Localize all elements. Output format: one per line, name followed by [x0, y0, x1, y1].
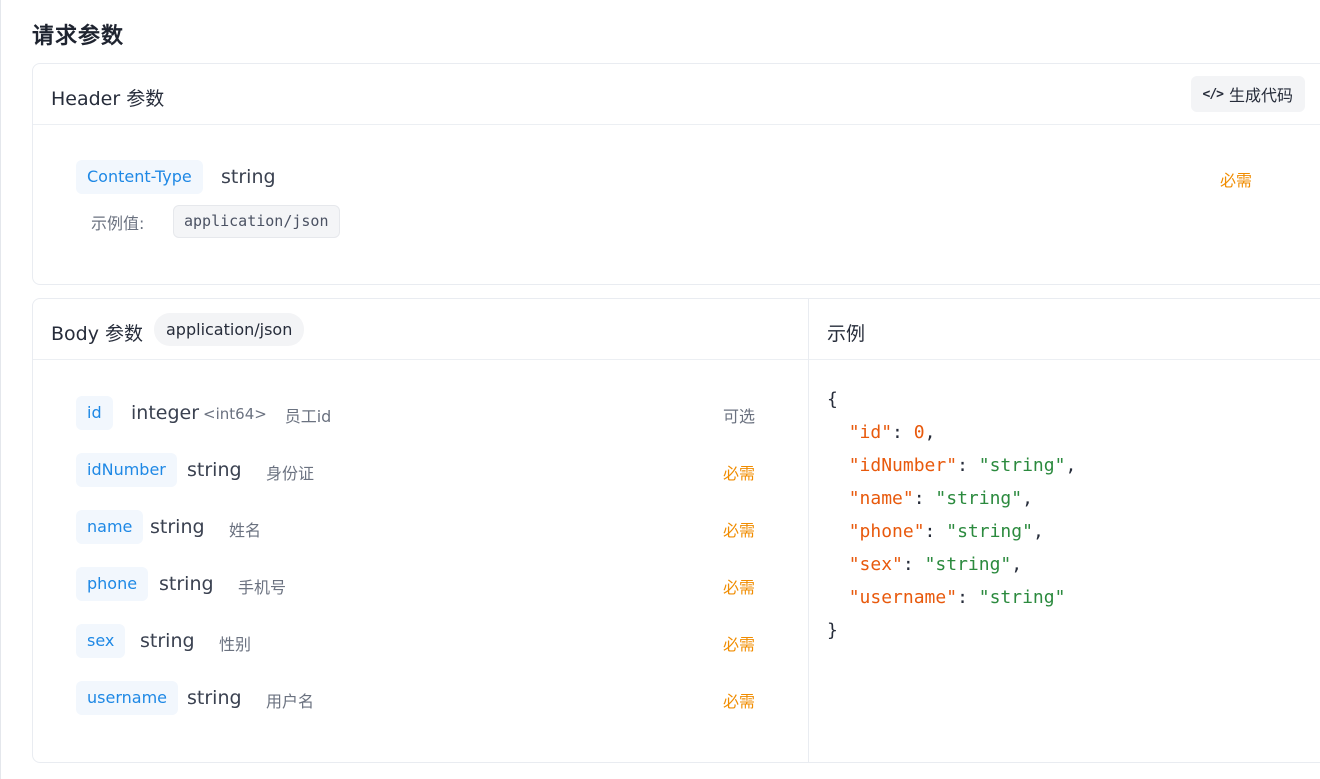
body-param-description: 姓名 — [229, 521, 262, 540]
json-value: 0 — [913, 422, 925, 443]
json-key: "idNumber" — [848, 455, 958, 476]
json-value: "string" — [978, 455, 1066, 476]
json-line: "idNumber": "string", — [848, 455, 1077, 476]
body-param-description: 员工id — [284, 407, 332, 426]
json-close-brace: } — [827, 620, 838, 641]
example-label: 示例值: — [91, 214, 145, 233]
required-badge: 必需 — [723, 578, 756, 597]
json-value: "string" — [935, 488, 1023, 509]
section-title: 请求参数 — [32, 24, 125, 49]
body-param-type: string — [150, 516, 205, 538]
json-key: "sex" — [848, 554, 903, 575]
body-param-name-tag: phone — [76, 567, 149, 601]
left-divider — [0, 0, 1, 779]
required-badge: 必需 — [723, 521, 756, 540]
json-line: "id": 0, — [848, 422, 936, 443]
header-params-card: Header 参数 </> 生成代码 Content-Type string 必… — [32, 63, 1320, 285]
body-param-name-tag: username — [76, 681, 178, 715]
media-type-chip: application/json — [154, 313, 305, 346]
json-value: "string" — [924, 554, 1012, 575]
body-param-type-label: integer — [131, 402, 200, 424]
json-line: "name": "string", — [848, 488, 1033, 509]
body-param-name-tag: idNumber — [76, 453, 177, 487]
body-param-type: string — [159, 573, 214, 595]
required-badge: 必需 — [723, 464, 756, 483]
body-param-type: string — [187, 687, 242, 709]
optional-badge: 可选 — [723, 407, 756, 426]
json-value: "string" — [978, 587, 1066, 608]
body-params-card: Body 参数 application/json id integer <int64… — [32, 298, 809, 763]
body-param-name-tag: id — [76, 396, 113, 430]
example-value-chip[interactable]: application/json — [173, 205, 340, 238]
code-icon: </> — [1202, 86, 1225, 102]
param-name-tag: Content-Type — [76, 160, 203, 194]
json-key: "name" — [848, 488, 914, 509]
generate-code-button[interactable]: </> 生成代码 — [1190, 76, 1305, 112]
body-param-type: string — [187, 459, 242, 481]
body-params-title: Body 参数 — [51, 323, 144, 345]
body-param-type-label: string — [187, 687, 242, 709]
example-card-head: 示例 — [809, 299, 1320, 360]
json-open-brace: { — [827, 389, 838, 410]
body-param-type: string — [140, 630, 195, 652]
example-card: 示例 { "id": 0, "idNumber": "string", "nam… — [808, 298, 1320, 763]
header-params-card-head: Header 参数 </> 生成代码 — [33, 64, 1320, 125]
json-value: "string" — [946, 521, 1033, 542]
body-params-card-head: Body 参数 application/json — [33, 299, 808, 360]
body-param-name-tag: name — [76, 510, 144, 544]
required-badge: 必需 — [1220, 171, 1253, 190]
json-example-code: { "id": 0, "idNumber": "string", "name":… — [827, 383, 1076, 647]
body-param-description: 手机号 — [238, 578, 287, 597]
example-title: 示例 — [827, 323, 866, 345]
body-param-name-tag: sex — [76, 624, 126, 658]
body-param-format: <int64> — [203, 405, 267, 423]
param-type: string — [221, 166, 276, 188]
json-line: "username": "string" — [848, 587, 1066, 608]
body-param-description: 用户名 — [266, 692, 315, 711]
body-param-description: 性别 — [219, 635, 252, 654]
body-param-type: integer <int64> — [131, 402, 267, 424]
json-key: "phone" — [848, 521, 925, 542]
required-badge: 必需 — [723, 692, 756, 711]
json-key: "username" — [848, 587, 958, 608]
json-key: "id" — [848, 422, 893, 443]
generate-code-label: 生成代码 — [1228, 86, 1293, 105]
body-param-type-label: string — [187, 459, 242, 481]
body-param-description: 身份证 — [266, 464, 315, 483]
json-line: "phone": "string", — [848, 521, 1044, 542]
required-badge: 必需 — [723, 635, 756, 654]
body-param-type-label: string — [150, 516, 205, 538]
body-param-type-label: string — [159, 573, 214, 595]
body-param-type-label: string — [140, 630, 195, 652]
json-line: "sex": "string", — [848, 554, 1023, 575]
header-params-title: Header 参数 — [51, 88, 165, 110]
